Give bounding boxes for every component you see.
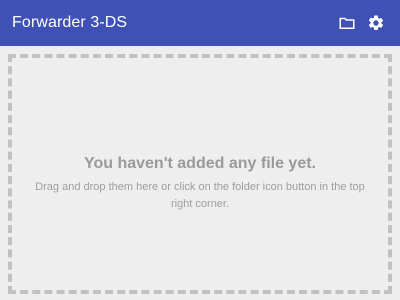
folder-icon bbox=[339, 17, 355, 29]
open-folder-button[interactable] bbox=[335, 11, 359, 35]
file-drop-zone[interactable]: You haven't added any file yet. Drag and… bbox=[8, 54, 392, 294]
top-app-bar: Forwarder 3-DS bbox=[0, 0, 400, 46]
empty-state-heading: You haven't added any file yet. bbox=[83, 155, 316, 172]
empty-state-instructions: Drag and drop them here or click on the … bbox=[35, 181, 365, 210]
gear-icon bbox=[368, 15, 384, 30]
app-title: Forwarder 3-DS bbox=[12, 13, 128, 31]
settings-button[interactable] bbox=[364, 11, 388, 35]
app-window: Forwarder 3-DS You haven't added any fil… bbox=[0, 0, 400, 300]
